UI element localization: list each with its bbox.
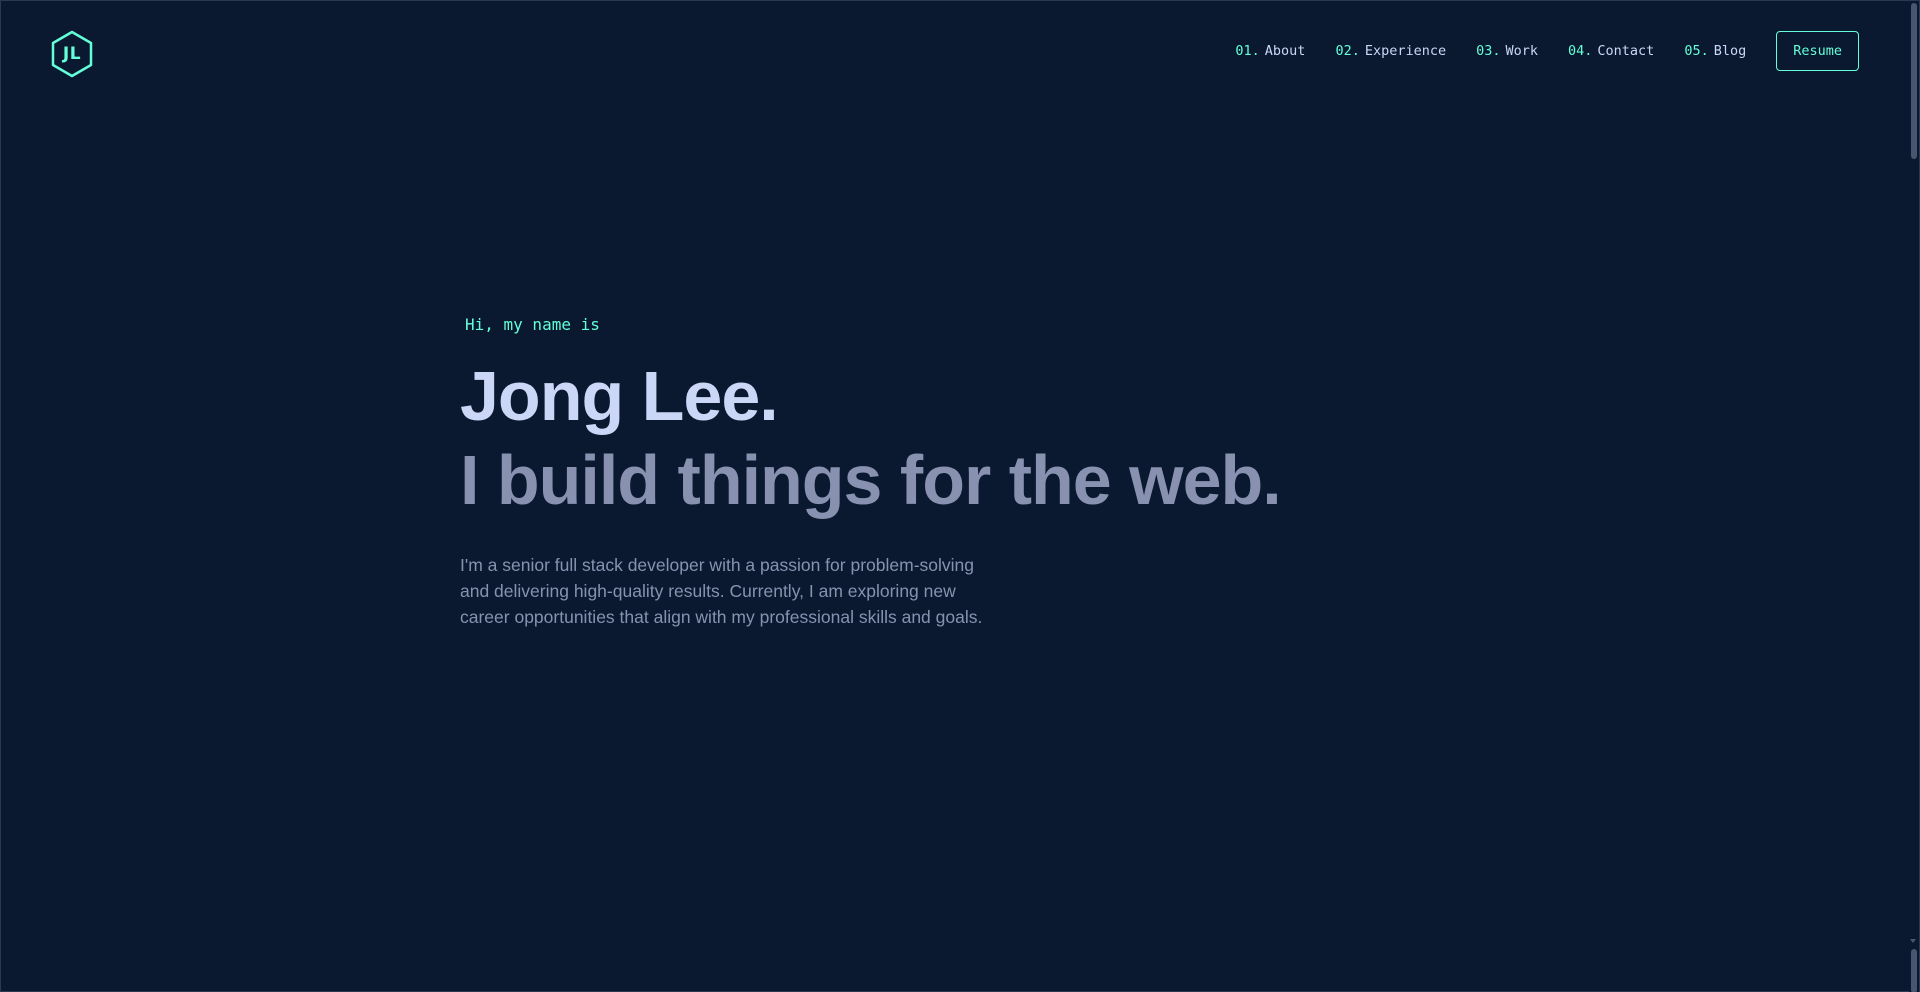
scroll-down-arrow-icon[interactable] — [1910, 939, 1916, 943]
nav-item-label: About — [1264, 43, 1306, 59]
hero-name: Jong Lee. — [460, 357, 779, 435]
nav-item-work[interactable]: 03. Work — [1476, 43, 1538, 59]
nav-item-contact[interactable]: 04. Contact — [1568, 43, 1654, 59]
nav-item-number: 05. — [1684, 43, 1709, 59]
main-nav: 01. About 02. Experience 03. Work 04. Co… — [1235, 31, 1859, 71]
nav-item-number: 02. — [1335, 43, 1360, 59]
hero-greeting: Hi, my name is — [465, 315, 600, 334]
nav-item-experience[interactable]: 02. Experience — [1335, 43, 1446, 59]
nav-item-number: 04. — [1568, 43, 1593, 59]
logo-initials: JL — [62, 44, 82, 64]
nav-item-label: Contact — [1597, 43, 1655, 59]
nav-item-number: 01. — [1235, 43, 1260, 59]
nav-item-label: Experience — [1364, 43, 1447, 59]
nav-item-about[interactable]: 01. About — [1235, 43, 1305, 59]
scrollbar-thumb[interactable] — [1911, 3, 1917, 159]
page: JL 01. About 02. Experience 03. Work 04.… — [0, 0, 1920, 992]
nav-item-label: Work — [1505, 43, 1539, 59]
resume-button[interactable]: Resume — [1776, 31, 1859, 71]
scrollbar-bottom-track[interactable] — [1911, 949, 1917, 992]
logo-link[interactable]: JL — [50, 30, 94, 78]
hero-section: Hi, my name is Jong Lee. I build things … — [460, 315, 1282, 630]
vertical-scrollbar[interactable] — [1909, 1, 1919, 992]
nav-item-blog[interactable]: 05. Blog — [1684, 43, 1746, 59]
hero-intro: I'm a senior full stack developer with a… — [460, 555, 983, 627]
nav-item-label: Blog — [1713, 43, 1747, 59]
hero-tagline: I build things for the web. — [460, 441, 1282, 519]
nav-item-number: 03. — [1476, 43, 1501, 59]
